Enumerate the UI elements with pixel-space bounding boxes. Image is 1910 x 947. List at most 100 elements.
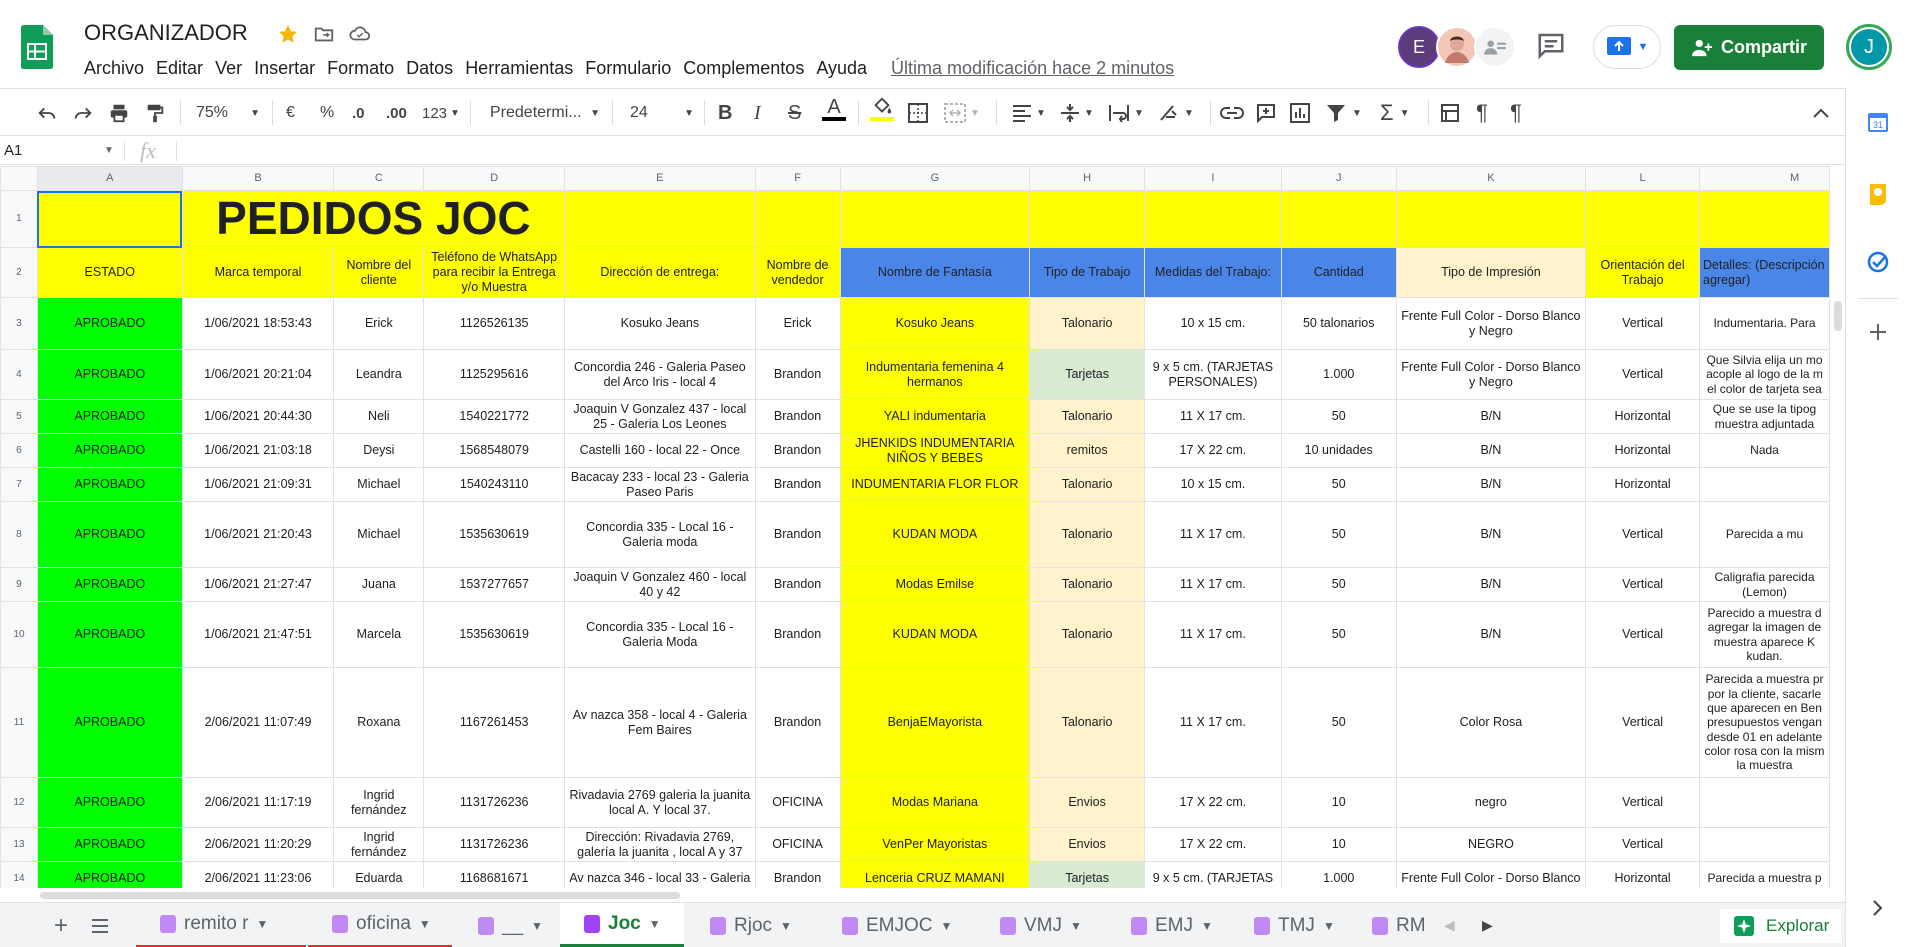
cell[interactable]: B/N: [1395, 399, 1587, 434]
status-cell[interactable]: APROBADO: [36, 501, 183, 568]
keep-icon[interactable]: [1866, 182, 1890, 206]
cell[interactable]: 50: [1280, 667, 1397, 778]
menu-datos[interactable]: Datos: [400, 56, 459, 81]
cell[interactable]: 1540243110: [423, 467, 566, 502]
cell[interactable]: Eduarda: [333, 861, 425, 888]
cell[interactable]: 10: [1280, 777, 1397, 828]
tab-rjoc[interactable]: Rjoc ▼: [686, 903, 816, 947]
cell[interactable]: [839, 190, 1031, 248]
tab-emjoc[interactable]: EMJOC ▼: [818, 903, 974, 947]
cell[interactable]: Vertical: [1585, 567, 1700, 602]
chevron-down-icon[interactable]: ▼: [941, 919, 953, 933]
cell[interactable]: Indumentaria. Para: [1699, 297, 1830, 350]
chevron-down-icon[interactable]: ▼: [649, 917, 661, 931]
functions-icon[interactable]: Σ ▼: [1380, 97, 1410, 129]
menu-formato[interactable]: Formato: [321, 56, 400, 81]
column-header-d[interactable]: D: [423, 166, 566, 191]
cell[interactable]: B/N: [1395, 601, 1587, 668]
tab-joc[interactable]: Joc ▼: [560, 903, 684, 947]
rtl-paragraph-icon[interactable]: ¶: [1510, 97, 1522, 129]
header-cell[interactable]: Teléfono de WhatsApp para recibir la Ent…: [423, 247, 566, 298]
column-header-k[interactable]: K: [1395, 166, 1587, 191]
row-header[interactable]: 12: [0, 777, 38, 828]
tab-blank[interactable]: __ ▼: [454, 903, 558, 947]
cell[interactable]: 17 X 22 cm.: [1143, 777, 1282, 828]
column-header-b[interactable]: B: [181, 166, 335, 191]
redo-icon[interactable]: [72, 97, 94, 129]
vertical-scrollbar[interactable]: [1832, 297, 1844, 887]
format-currency-button[interactable]: €: [286, 97, 295, 129]
header-cell[interactable]: Nombre del cliente: [333, 247, 425, 298]
cell[interactable]: 11 X 17 cm.: [1143, 601, 1282, 668]
cell[interactable]: Av nazca 358 - local 4 - Galeria Fem Bai…: [564, 667, 756, 778]
chevron-down-icon[interactable]: ▼: [1201, 919, 1213, 933]
sheets-logo-icon[interactable]: [21, 25, 53, 69]
cell[interactable]: 2/06/2021 11:07:49: [181, 667, 335, 778]
cell[interactable]: NEGRO: [1395, 827, 1587, 862]
present-button[interactable]: ▼: [1593, 25, 1661, 69]
scroll-thumb[interactable]: [40, 892, 680, 899]
cell[interactable]: Rivadavia 2769 galeria la juanita local …: [564, 777, 756, 828]
status-cell[interactable]: APROBADO: [36, 433, 183, 468]
cell[interactable]: 1.000: [1280, 861, 1397, 888]
chevron-down-icon[interactable]: ▼: [1323, 919, 1335, 933]
cell[interactable]: 50: [1280, 501, 1397, 568]
cell[interactable]: Leandra: [333, 349, 425, 400]
row-header[interactable]: 3: [0, 297, 38, 350]
cell[interactable]: Marcela: [333, 601, 425, 668]
cell[interactable]: 50: [1280, 601, 1397, 668]
column-header-j[interactable]: J: [1280, 166, 1397, 191]
status-cell[interactable]: APROBADO: [36, 861, 183, 888]
cell[interactable]: 1168681671: [423, 861, 566, 888]
spreadsheet-grid[interactable]: A B C D E F G H I J K L M 1 PEDIDOS JOC: [0, 166, 1830, 888]
strikethrough-button[interactable]: S: [788, 97, 801, 129]
cell[interactable]: 11 X 17 cm.: [1143, 567, 1282, 602]
column-header-g[interactable]: G: [839, 166, 1031, 191]
collapse-toolbar-icon[interactable]: [1812, 97, 1830, 129]
move-folder-icon[interactable]: [312, 22, 336, 46]
cell[interactable]: 50: [1280, 399, 1397, 434]
row-header[interactable]: 5: [0, 399, 38, 434]
fill-color-button[interactable]: [870, 97, 894, 129]
status-cell[interactable]: APROBADO: [36, 667, 183, 778]
header-cell[interactable]: Detalles: (Descripción agregar): [1699, 247, 1830, 298]
font-size-select[interactable]: 24 ▼: [630, 97, 694, 129]
cell[interactable]: [564, 190, 756, 248]
cell[interactable]: 1540221772: [423, 399, 566, 434]
cell[interactable]: Bacacay 233 - local 23 - Galeria Paseo P…: [564, 467, 756, 502]
cell[interactable]: 9 x 5 cm. (TARJETAS PERSONALES): [1143, 349, 1282, 400]
column-header-i[interactable]: I: [1143, 166, 1282, 191]
cell[interactable]: Envios: [1029, 827, 1145, 862]
cell[interactable]: Vertical: [1585, 667, 1700, 778]
header-cell[interactable]: Orientación del Trabajo: [1585, 247, 1700, 298]
name-box[interactable]: A1: [4, 142, 22, 159]
scroll-tabs-right-icon[interactable]: ▶: [1474, 903, 1493, 947]
cell[interactable]: 10 x 15 cm.: [1143, 467, 1282, 502]
tab-emj[interactable]: EMJ ▼: [1107, 903, 1229, 947]
cell[interactable]: negro: [1395, 777, 1587, 828]
decrease-decimals-button[interactable]: .0: [352, 97, 365, 129]
cell[interactable]: Frente Full Color - Dorso Blanco y Negro: [1395, 297, 1587, 350]
cell[interactable]: Brandon: [754, 501, 841, 568]
header-cell[interactable]: Tipo de Impresión: [1395, 247, 1587, 298]
zoom-select[interactable]: 75% ▼: [196, 97, 260, 129]
cell[interactable]: 2/06/2021 11:23:06: [181, 861, 335, 888]
cell[interactable]: Talonario: [1029, 399, 1145, 434]
filter-icon[interactable]: ▼: [1326, 97, 1362, 129]
cell[interactable]: 1/06/2021 21:09:31: [181, 467, 335, 502]
cell[interactable]: Parecida a mu: [1699, 501, 1830, 568]
menu-complementos[interactable]: Complementos: [677, 56, 810, 81]
cell[interactable]: 1/06/2021 21:27:47: [181, 567, 335, 602]
merge-cells-icon[interactable]: ▼: [944, 97, 980, 129]
cell[interactable]: BenjaEMayorista: [839, 667, 1031, 778]
italic-button[interactable]: I: [754, 97, 761, 129]
cell[interactable]: Talonario: [1029, 297, 1145, 350]
cell[interactable]: [754, 190, 841, 248]
row-header[interactable]: 10: [0, 601, 38, 668]
cell[interactable]: Talonario: [1029, 567, 1145, 602]
cell[interactable]: Horizontal: [1585, 399, 1700, 434]
more-formats-button[interactable]: 123 ▼: [422, 97, 460, 129]
cell[interactable]: Ingrid fernández: [333, 827, 425, 862]
menu-herramientas[interactable]: Herramientas: [459, 56, 579, 81]
cell[interactable]: Brandon: [754, 467, 841, 502]
